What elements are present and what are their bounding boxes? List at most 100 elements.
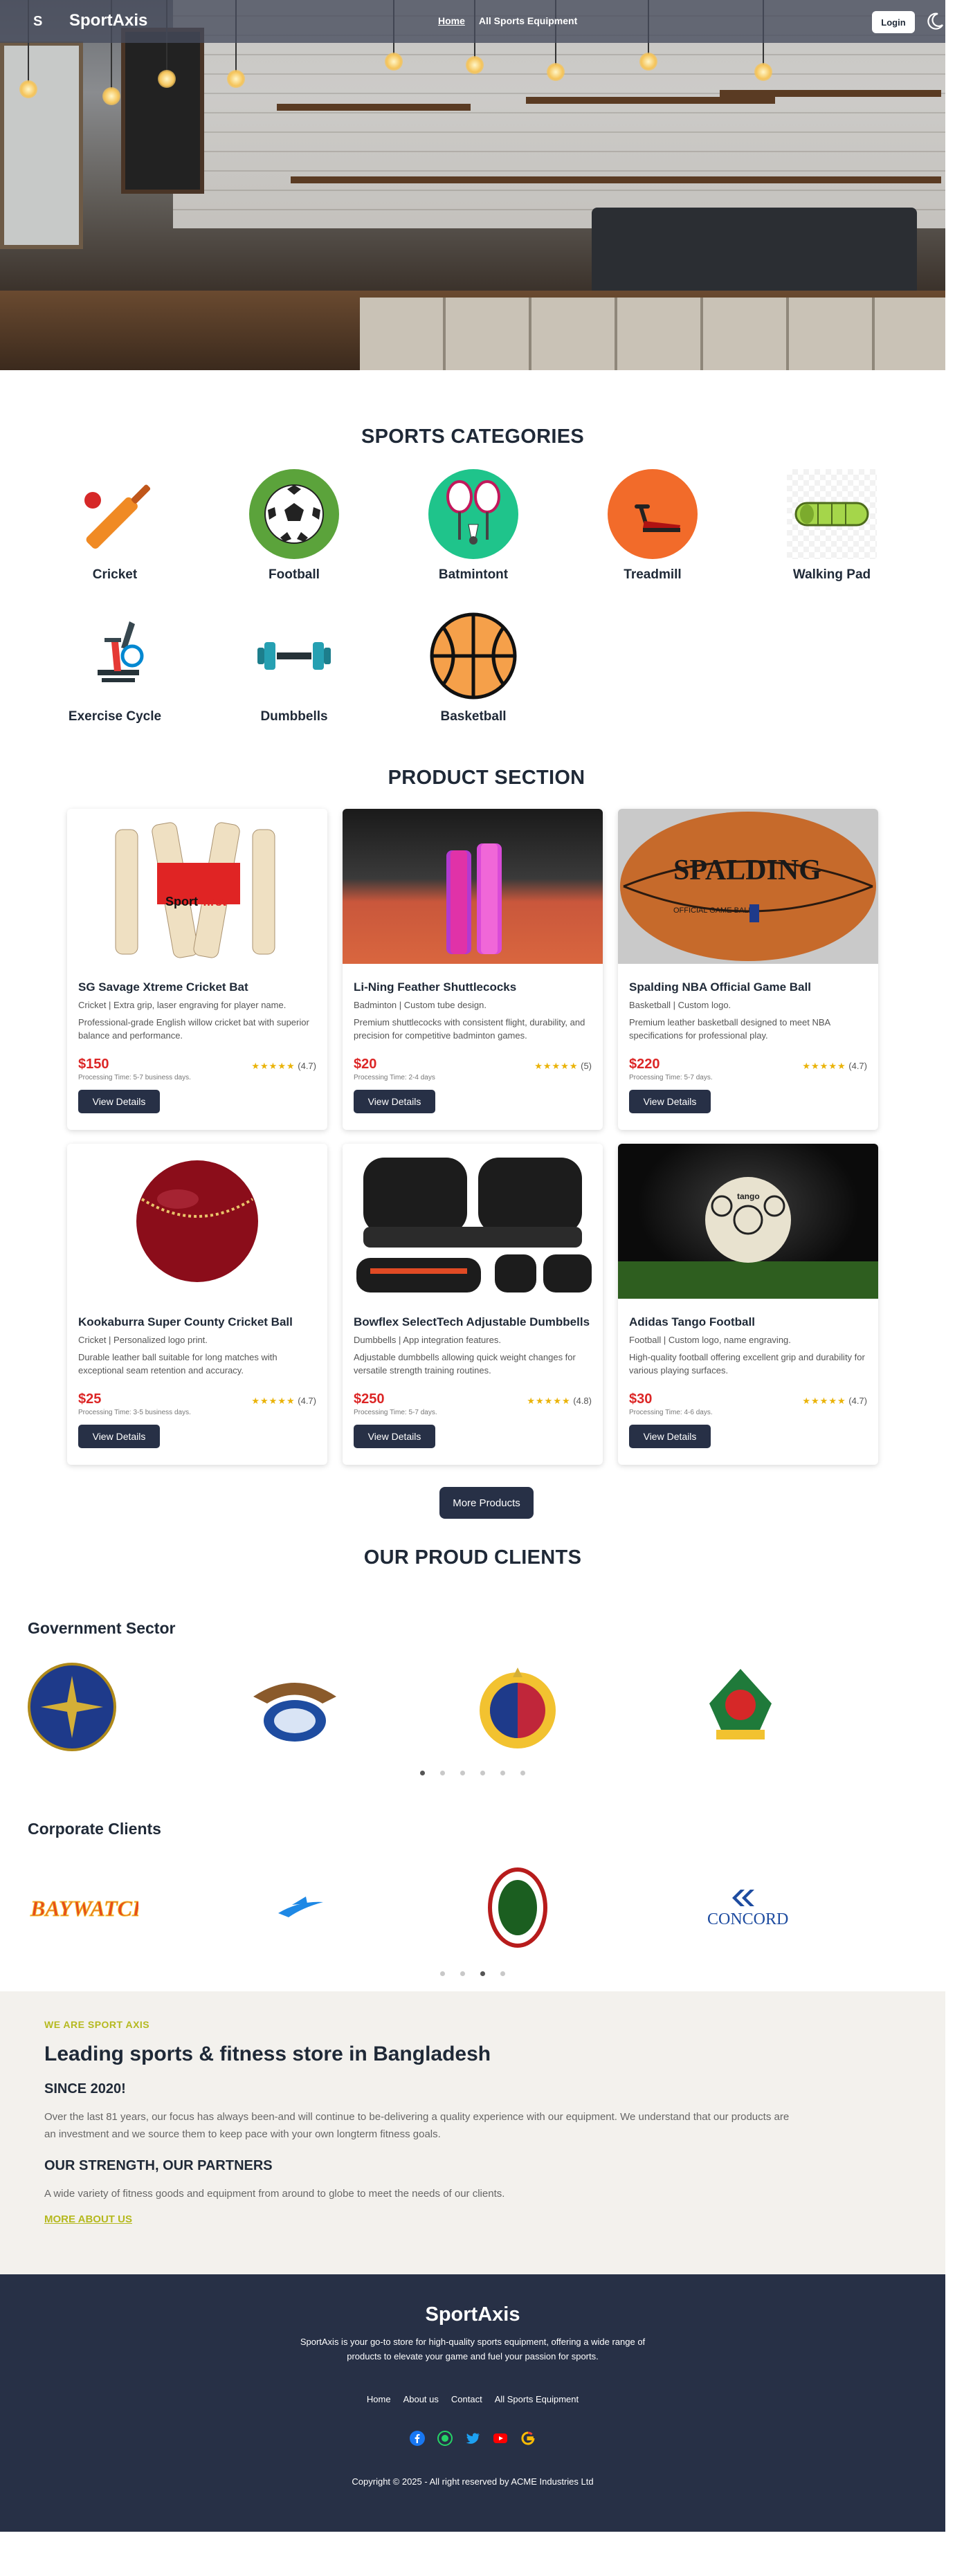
nav-link-all-equipment[interactable]: All Sports Equipment [479,15,577,26]
product-rating: ★★★★★ (4.8) [527,1396,592,1406]
badminton-icon [428,469,518,559]
corporate-carousel-dots [0,1971,945,1976]
nav-link-home[interactable]: Home [438,15,465,26]
category-treadmill[interactable]: Treadmill [597,469,708,583]
brand-logo[interactable]: SportAxis [69,11,147,30]
about-strength-text: A wide variety of fitness goods and equi… [44,2188,505,2200]
carousel-dot[interactable] [440,1971,445,1976]
categories-title: SPORTS CATEGORIES [361,426,584,448]
google-icon[interactable] [520,2431,536,2446]
hero-menu-board [121,28,204,194]
product-section-title: PRODUCT SECTION [388,767,585,789]
ball-brand-text: SPALDING [673,855,821,886]
categories-section: SPORTS CATEGORIES Cricket Football Batmi… [0,426,945,739]
category-walking-pad[interactable]: Walking Pad [776,469,887,583]
carousel-dot[interactable] [460,1771,465,1775]
carousel-dot[interactable] [420,1771,425,1775]
footer-link-home[interactable]: Home [367,2394,391,2404]
corporate-clients-title: Corporate Clients [28,1820,161,1838]
youtube-icon[interactable] [493,2431,508,2446]
star-rating-icon: ★★★★★ [802,1061,846,1071]
category-label: Treadmill [624,567,682,582]
carousel-dot[interactable] [500,1771,505,1775]
about-section: WE ARE SPORT AXIS Leading sports & fitne… [0,1991,945,2274]
category-cricket[interactable]: Cricket [60,469,170,583]
menu-toggle[interactable]: S [33,14,42,30]
more-products-button[interactable]: More Products [439,1487,534,1519]
product-description: Durable leather ball suitable for long m… [78,1352,278,1376]
category-label: Basketball [440,709,507,724]
category-exercise-cycle[interactable]: Exercise Cycle [60,611,170,724]
product-image: SPALDING OFFICIAL GAME BALL [618,809,878,964]
facebook-icon[interactable] [410,2431,425,2446]
hero-shelf [291,176,941,183]
carousel-dot[interactable] [520,1771,525,1775]
category-grid: Cricket Football Batmintont Treadmill Wa… [0,469,945,739]
product-subtitle: Dumbbells | App integration features. [354,1335,501,1345]
footer-link-about[interactable]: About us [403,2394,439,2404]
product-price: $250 [354,1391,385,1407]
hero-shelf [526,97,775,104]
product-card: Li-Ning Feather Shuttlecocks Badminton |… [343,809,603,1130]
view-details-button[interactable]: View Details [629,1090,711,1113]
product-card: Bowflex SelectTech Adjustable Dumbbells … [343,1144,603,1465]
gov-client-logo [469,1659,566,1755]
about-since-heading: SINCE 2020! [44,2081,126,2097]
corp-client-logo: CONCORD [692,1859,803,1956]
product-image [343,1144,603,1299]
carousel-dot[interactable] [480,1771,485,1775]
product-description: Professional-grade English willow cricke… [78,1017,309,1041]
login-button[interactable]: Login [872,11,915,33]
category-football[interactable]: Football [239,469,349,583]
footer-link-all-equipment[interactable]: All Sports Equipment [495,2394,579,2404]
footer-links: Home About us Contact All Sports Equipme… [0,2394,945,2404]
star-rating-icon: ★★★★★ [534,1061,579,1071]
bat-logo-text: first [203,895,226,908]
product-rating: ★★★★★ (4.7) [251,1396,316,1406]
product-description: High-quality football offering excellent… [629,1352,865,1376]
more-about-us-link[interactable]: MORE ABOUT US [44,2213,132,2225]
view-details-button[interactable]: View Details [354,1425,435,1448]
product-title: Kookaburra Super County Cricket Ball [78,1315,293,1328]
product-price: $220 [629,1057,660,1072]
carousel-dot[interactable] [500,1971,505,1976]
view-details-button[interactable]: View Details [354,1090,435,1113]
category-label: Football [269,567,320,582]
category-dumbbells[interactable]: Dumbbells [239,611,349,724]
category-label: Walking Pad [792,567,871,582]
clients-section: OUR PROUD CLIENTS Government Sector Corp… [0,1546,945,1976]
category-badminton[interactable]: Batmintont [418,469,529,583]
footer-link-contact[interactable]: Contact [451,2394,482,2404]
dark-mode-moon-icon[interactable] [925,11,945,32]
product-image: Sport first [67,809,327,964]
about-heading: Leading sports & fitness store in Bangla… [44,2043,491,2065]
concord-logo-text: CONCORD [707,1910,788,1928]
footer-tagline: SportAxis is your go-to store for high-q… [300,2337,646,2362]
product-card: tango Adidas Tango Football Football | C… [618,1144,878,1465]
gov-client-logo [246,1659,343,1755]
product-image: tango [618,1144,878,1299]
whatsapp-icon[interactable] [437,2431,453,2446]
product-rating: ★★★★★ (4.7) [251,1061,316,1071]
product-card: Kookaburra Super County Cricket Ball Cri… [67,1144,327,1465]
category-label: Cricket [92,567,138,582]
product-image [343,809,603,964]
category-basketball[interactable]: Basketball [418,611,529,724]
gov-client-logo [24,1659,120,1755]
product-price: $150 [78,1057,109,1072]
carousel-dot[interactable] [460,1971,465,1976]
twitter-icon[interactable] [465,2431,480,2446]
product-grid: Sport first SG Savage Xtreme Cricket Bat… [0,809,945,1487]
product-processing-time: Processing Time: 3-5 business days. [78,1409,191,1416]
carousel-dot[interactable] [440,1771,445,1775]
view-details-button[interactable]: View Details [629,1425,711,1448]
view-details-button[interactable]: View Details [78,1425,160,1448]
view-details-button[interactable]: View Details [78,1090,160,1113]
about-eyebrow: WE ARE SPORT AXIS [44,2019,150,2030]
footer-brand: SportAxis [425,2303,520,2326]
corporate-logo-carousel: BAYWATCH CONCORD [0,1859,945,1963]
product-image [67,1144,327,1299]
ball-official-text: OFFICIAL GAME BALL [673,906,753,915]
carousel-dot[interactable] [480,1971,485,1976]
corp-client-logo [469,1859,566,1956]
